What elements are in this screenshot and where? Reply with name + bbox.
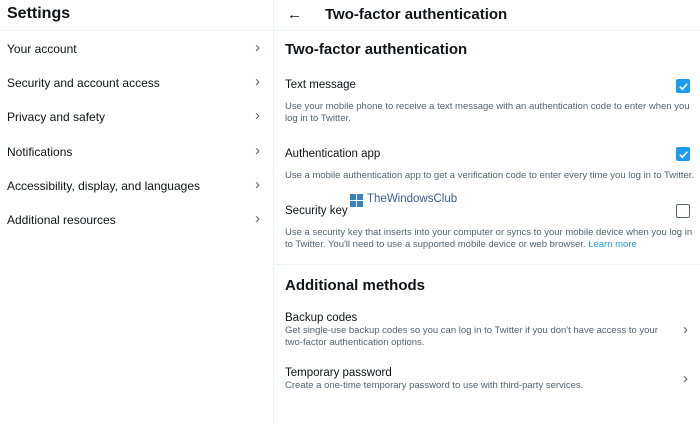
- sidebar-item-label: Security and account access: [7, 76, 160, 90]
- backup-codes-description: Get single-use backup codes so you can l…: [285, 325, 658, 348]
- chevron-right-icon: ›: [683, 321, 688, 338]
- sidebar-item-additional-resources[interactable]: Additional resources ›: [0, 204, 273, 238]
- chevron-right-icon: ›: [255, 73, 260, 90]
- auth-app-checkbox[interactable]: [676, 147, 690, 161]
- chevron-right-icon: ›: [255, 176, 260, 193]
- section-divider: [275, 264, 700, 265]
- settings-sidebar: Settings Your account › Security and acc…: [0, 0, 274, 424]
- sidebar-item-label: Additional resources: [7, 213, 116, 227]
- backup-codes-item[interactable]: Backup codes Get single-use backup codes…: [275, 310, 700, 352]
- two-factor-panel: ← Two-factor authentication Two-factor a…: [275, 0, 700, 424]
- temporary-password-title: Temporary password: [285, 367, 392, 379]
- chevron-right-icon: ›: [255, 39, 260, 56]
- sidebar-item-label: Privacy and safety: [7, 110, 106, 124]
- watermark-text: TheWindowsClub: [367, 193, 458, 205]
- sidebar-item-your-account[interactable]: Your account ›: [0, 33, 273, 67]
- temporary-password-description: Create a one-time temporary password to …: [285, 380, 584, 391]
- sidebar-item-privacy[interactable]: Privacy and safety ›: [0, 101, 273, 135]
- sidebar-item-label: Your account: [7, 42, 77, 56]
- text-message-checkbox[interactable]: [676, 79, 690, 93]
- additional-methods-title: Additional methods: [285, 277, 425, 294]
- security-key-checkbox[interactable]: [676, 204, 690, 218]
- option-security-key-title: Security key: [285, 205, 348, 217]
- sidebar-item-label: Accessibility, display, and languages: [7, 179, 200, 193]
- sidebar-item-notifications[interactable]: Notifications ›: [0, 136, 273, 170]
- check-icon: [679, 83, 688, 91]
- option-auth-app-title: Authentication app: [285, 148, 381, 160]
- sidebar-item-label: Notifications: [7, 145, 73, 159]
- settings-title: Settings: [7, 5, 71, 22]
- page-title: Two-factor authentication: [325, 6, 508, 23]
- option-text-message-description: Use your mobile phone to receive a text …: [285, 101, 690, 124]
- windows-logo-icon: [350, 194, 363, 207]
- option-auth-app-description: Use a mobile authentication app to get a…: [285, 170, 695, 181]
- chevron-right-icon: ›: [683, 370, 688, 387]
- sidebar-item-security[interactable]: Security and account access ›: [0, 67, 273, 101]
- backup-codes-title: Backup codes: [285, 312, 358, 324]
- check-icon: [679, 151, 688, 159]
- chevron-right-icon: ›: [255, 210, 260, 227]
- watermark: TheWindowsClub: [350, 193, 470, 209]
- option-text-message-title: Text message: [285, 79, 356, 91]
- chevron-right-icon: ›: [255, 142, 260, 159]
- chevron-right-icon: ›: [255, 107, 260, 124]
- sidebar-item-accessibility[interactable]: Accessibility, display, and languages ›: [0, 170, 273, 204]
- option-security-key-description: Use a security key that inserts into you…: [285, 227, 695, 251]
- temporary-password-item[interactable]: Temporary password Create a one-time tem…: [275, 365, 700, 395]
- back-arrow-icon[interactable]: ←: [287, 6, 302, 23]
- section-title: Two-factor authentication: [285, 41, 468, 58]
- learn-more-link[interactable]: Learn more: [588, 239, 637, 250]
